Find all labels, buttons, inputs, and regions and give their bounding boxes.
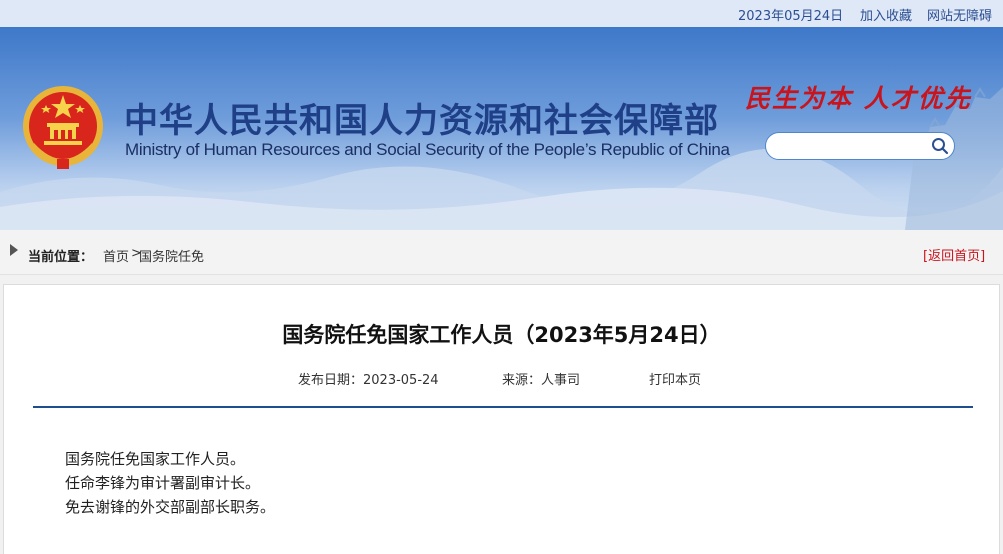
article-paragraph: 国务院任免国家工作人员。	[65, 450, 246, 468]
national-emblem-icon	[23, 86, 103, 169]
current-date: 2023年05月24日	[738, 9, 844, 24]
print-page-link[interactable]: 打印本页	[649, 369, 701, 388]
breadcrumb-current-link[interactable]: 国务院任免	[139, 246, 204, 265]
article-title: 国务院任免国家工作人员（2023年5月24日）	[282, 323, 721, 347]
search-icon[interactable]	[931, 137, 949, 155]
breadcrumb: 当前位置： 首页 > 国务院任免 [返回首页]	[0, 230, 1003, 275]
article-paragraph: 免去谢锋的外交部副部长职务。	[65, 498, 276, 516]
breadcrumb-label: 当前位置：	[28, 250, 94, 265]
caret-right-icon	[10, 244, 18, 256]
accessibility-link[interactable]: 网站无障碍	[927, 5, 992, 24]
search-input[interactable]	[776, 137, 930, 157]
back-home-link[interactable]: [返回首页]	[923, 245, 985, 264]
article-source: 来源：人事司	[502, 373, 581, 388]
breadcrumb-home-link[interactable]: 首页	[103, 246, 129, 265]
article-paragraph: 任命李锋为审计署副审计长。	[65, 474, 261, 492]
ministry-title-cn: 中华人民共和国人力资源和社会保障部	[124, 101, 719, 141]
publish-date: 发布日期：2023-05-24	[298, 373, 439, 388]
article-body: 国务院任免国家工作人员。 任命李锋为审计署副审计长。 免去谢锋的外交部副部长职务…	[65, 447, 275, 519]
add-favorite-link[interactable]: 加入收藏	[860, 5, 912, 24]
ministry-title-en: Ministry of Human Resources and Social S…	[125, 140, 730, 159]
top-utility-bar: 2023年05月24日 加入收藏 网站无障碍	[0, 0, 1003, 27]
header-banner: 中华人民共和国人力资源和社会保障部 Ministry of Human Reso…	[0, 27, 1003, 230]
slogan: 民生为本 人才优先	[745, 84, 972, 113]
article-container: 国务院任免国家工作人员（2023年5月24日） 发布日期：2023-05-24 …	[3, 284, 1000, 554]
search-box	[765, 132, 955, 160]
title-divider	[33, 406, 973, 408]
